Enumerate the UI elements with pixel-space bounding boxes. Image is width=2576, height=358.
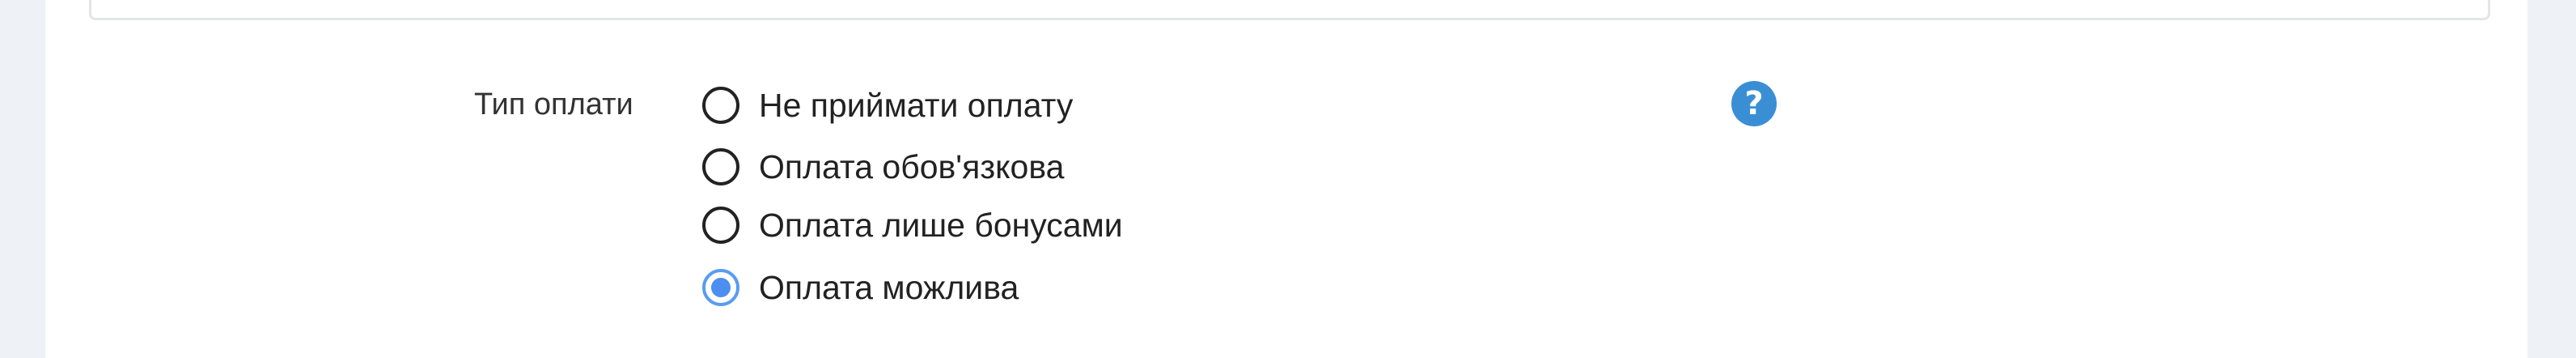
radio-option-payment-optional[interactable]: Оплата можлива — [702, 263, 1019, 312]
radio-button-selected[interactable] — [702, 269, 739, 306]
radio-label: Оплата обов'язкова — [759, 147, 1065, 185]
radio-label: Оплата можлива — [759, 268, 1019, 306]
payment-type-label: Тип оплати — [474, 87, 633, 121]
radio-button[interactable] — [702, 87, 739, 124]
content-area: Тип оплати Не приймати оплату Оплата обо… — [45, 0, 2527, 358]
question-circle-icon[interactable]: ? — [1731, 81, 1777, 126]
radio-button[interactable] — [702, 207, 739, 244]
radio-option-no-payment[interactable]: Не приймати оплату — [702, 81, 1073, 130]
radio-button[interactable] — [702, 148, 739, 185]
radio-label: Не приймати оплату — [759, 86, 1074, 124]
radio-label: Оплата лише бонусами — [759, 206, 1123, 244]
radio-option-bonus-only[interactable]: Оплата лише бонусами — [702, 201, 1123, 249]
radio-option-payment-required[interactable]: Оплата обов'язкова — [702, 143, 1064, 191]
upper-panel — [89, 0, 2490, 20]
